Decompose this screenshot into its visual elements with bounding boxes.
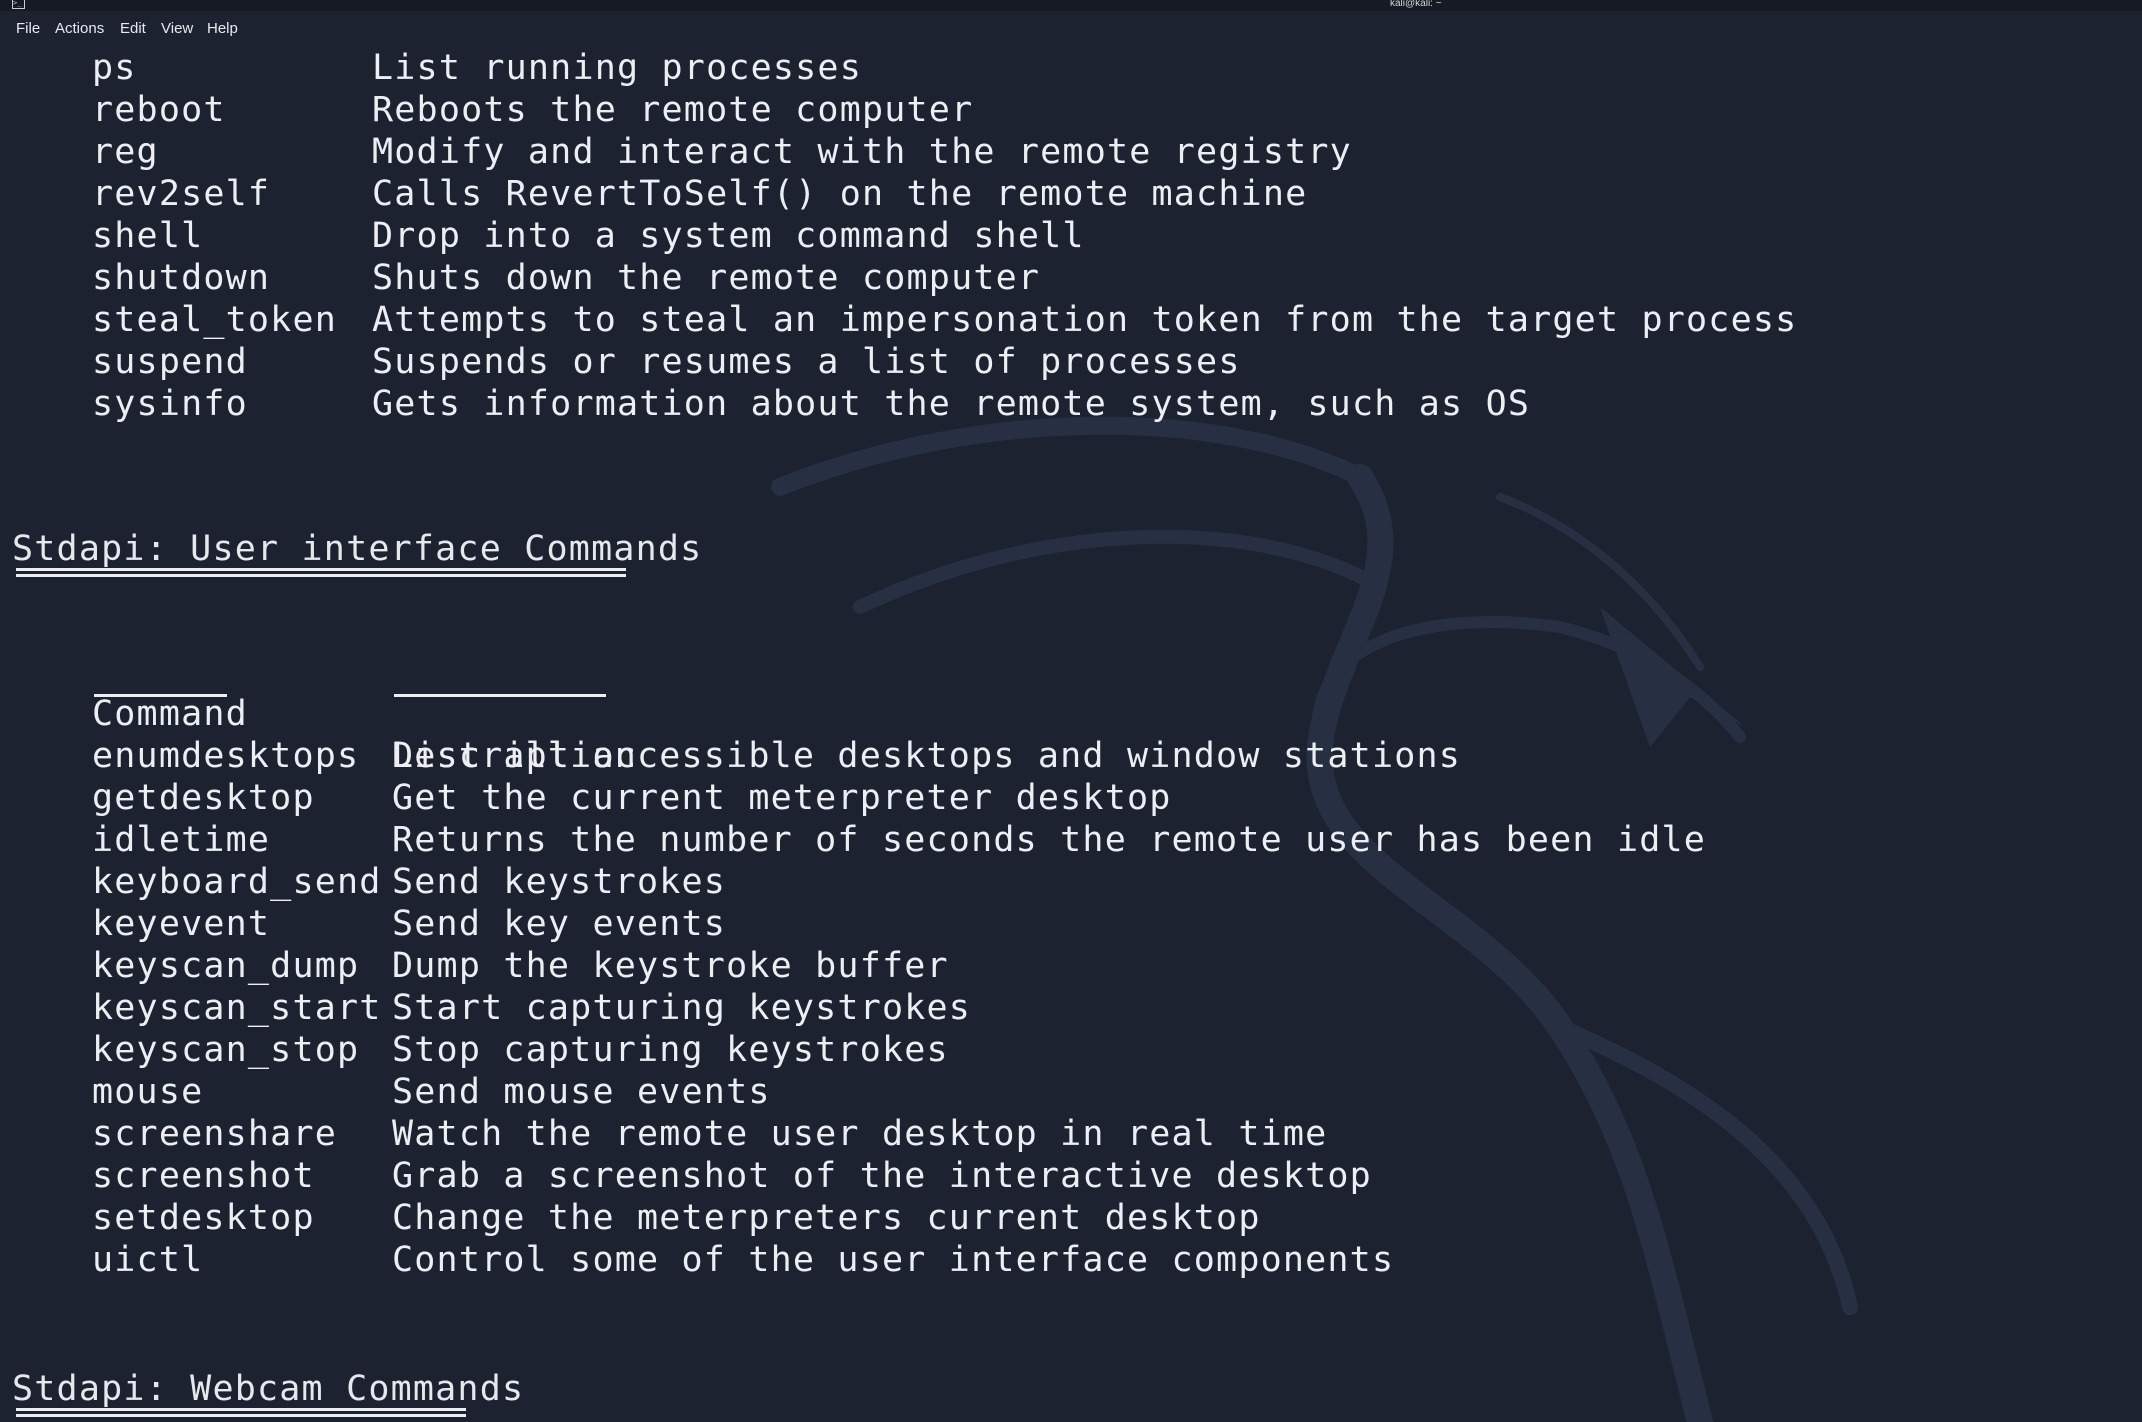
- command-description: Send mouse events: [392, 1072, 771, 1112]
- command-name: shutdown: [92, 258, 271, 298]
- command-name: rev2self: [92, 174, 271, 214]
- command-name: mouse: [92, 1072, 204, 1112]
- command-description: Dump the keystroke buffer: [392, 946, 949, 986]
- command-name: reboot: [92, 90, 226, 130]
- command-name: keyevent: [92, 904, 271, 944]
- command-description: Drop into a system command shell: [372, 216, 1085, 256]
- terminal-output[interactable]: ps List running processes reboot Reboots th…: [0, 47, 2142, 1422]
- command-description: Send key events: [392, 904, 727, 944]
- command-description: Watch the remote user desktop in real ti…: [392, 1114, 1328, 1154]
- command-name: shell: [92, 216, 204, 256]
- command-name: suspend: [92, 342, 248, 382]
- menu-view[interactable]: View: [161, 20, 193, 37]
- command-name: uictl: [92, 1240, 204, 1280]
- menu-help[interactable]: Help: [207, 20, 238, 37]
- command-description: Gets information about the remote system…: [372, 384, 1531, 424]
- command-description: Suspends or resumes a list of processes: [372, 342, 1241, 382]
- command-description: Reboots the remote computer: [372, 90, 974, 130]
- window-title: kali@kali: ~: [1390, 0, 1442, 9]
- command-description: Send keystrokes: [392, 862, 727, 902]
- command-description: List all accessible desktops and window …: [392, 736, 1462, 776]
- command-description: Grab a screenshot of the interactive des…: [392, 1156, 1372, 1196]
- menu-actions[interactable]: Actions: [55, 20, 104, 37]
- command-description: Control some of the user interface compo…: [392, 1240, 1395, 1280]
- ui-col-command-header: Command: [92, 694, 248, 734]
- webcam-section-title-underline: [16, 1408, 466, 1417]
- command-description: Returns the number of seconds the remote…: [392, 820, 1707, 860]
- command-name: getdesktop: [92, 778, 315, 818]
- command-name: keyscan_start: [92, 988, 382, 1028]
- ui-section-title: Stdapi: User interface Commands: [12, 529, 703, 569]
- command-description: Shuts down the remote computer: [372, 258, 1041, 298]
- command-name: setdesktop: [92, 1198, 315, 1238]
- ui-col-command-underline: [94, 694, 227, 697]
- command-name: idletime: [92, 820, 271, 860]
- command-description: Start capturing keystrokes: [392, 988, 972, 1028]
- command-name: reg: [92, 132, 159, 172]
- command-name: ps: [92, 48, 137, 88]
- menu-edit[interactable]: Edit: [120, 20, 146, 37]
- command-description: Modify and interact with the remote regi…: [372, 132, 1352, 172]
- command-name: screenshot: [92, 1156, 315, 1196]
- webcam-section-title: Stdapi: Webcam Commands: [12, 1369, 525, 1409]
- command-name: enumdesktops: [92, 736, 360, 776]
- command-name: keyscan_stop: [92, 1030, 360, 1070]
- command-description: Get the current meterpreter desktop: [392, 778, 1172, 818]
- command-name: screenshare: [92, 1114, 337, 1154]
- command-description: Calls RevertToSelf() on the remote machi…: [372, 174, 1308, 214]
- command-name: sysinfo: [92, 384, 248, 424]
- command-description: List running processes: [372, 48, 862, 88]
- command-name: keyscan_dump: [92, 946, 360, 986]
- ui-col-description-underline: [394, 694, 606, 697]
- ui-section-title-underline: [16, 568, 626, 577]
- window-titlebar: >_ kali@kali: ~: [0, 0, 2142, 11]
- command-name: steal_token: [92, 300, 337, 340]
- command-name: keyboard_send: [92, 862, 382, 902]
- terminal-icon: >_: [12, 0, 25, 9]
- command-description: Change the meterpreters current desktop: [392, 1198, 1261, 1238]
- menu-file[interactable]: File: [16, 20, 40, 37]
- command-description: Attempts to steal an impersonation token…: [372, 300, 1798, 340]
- command-description: Stop capturing keystrokes: [392, 1030, 949, 1070]
- menu-bar: File Actions Edit View Help: [0, 11, 2142, 47]
